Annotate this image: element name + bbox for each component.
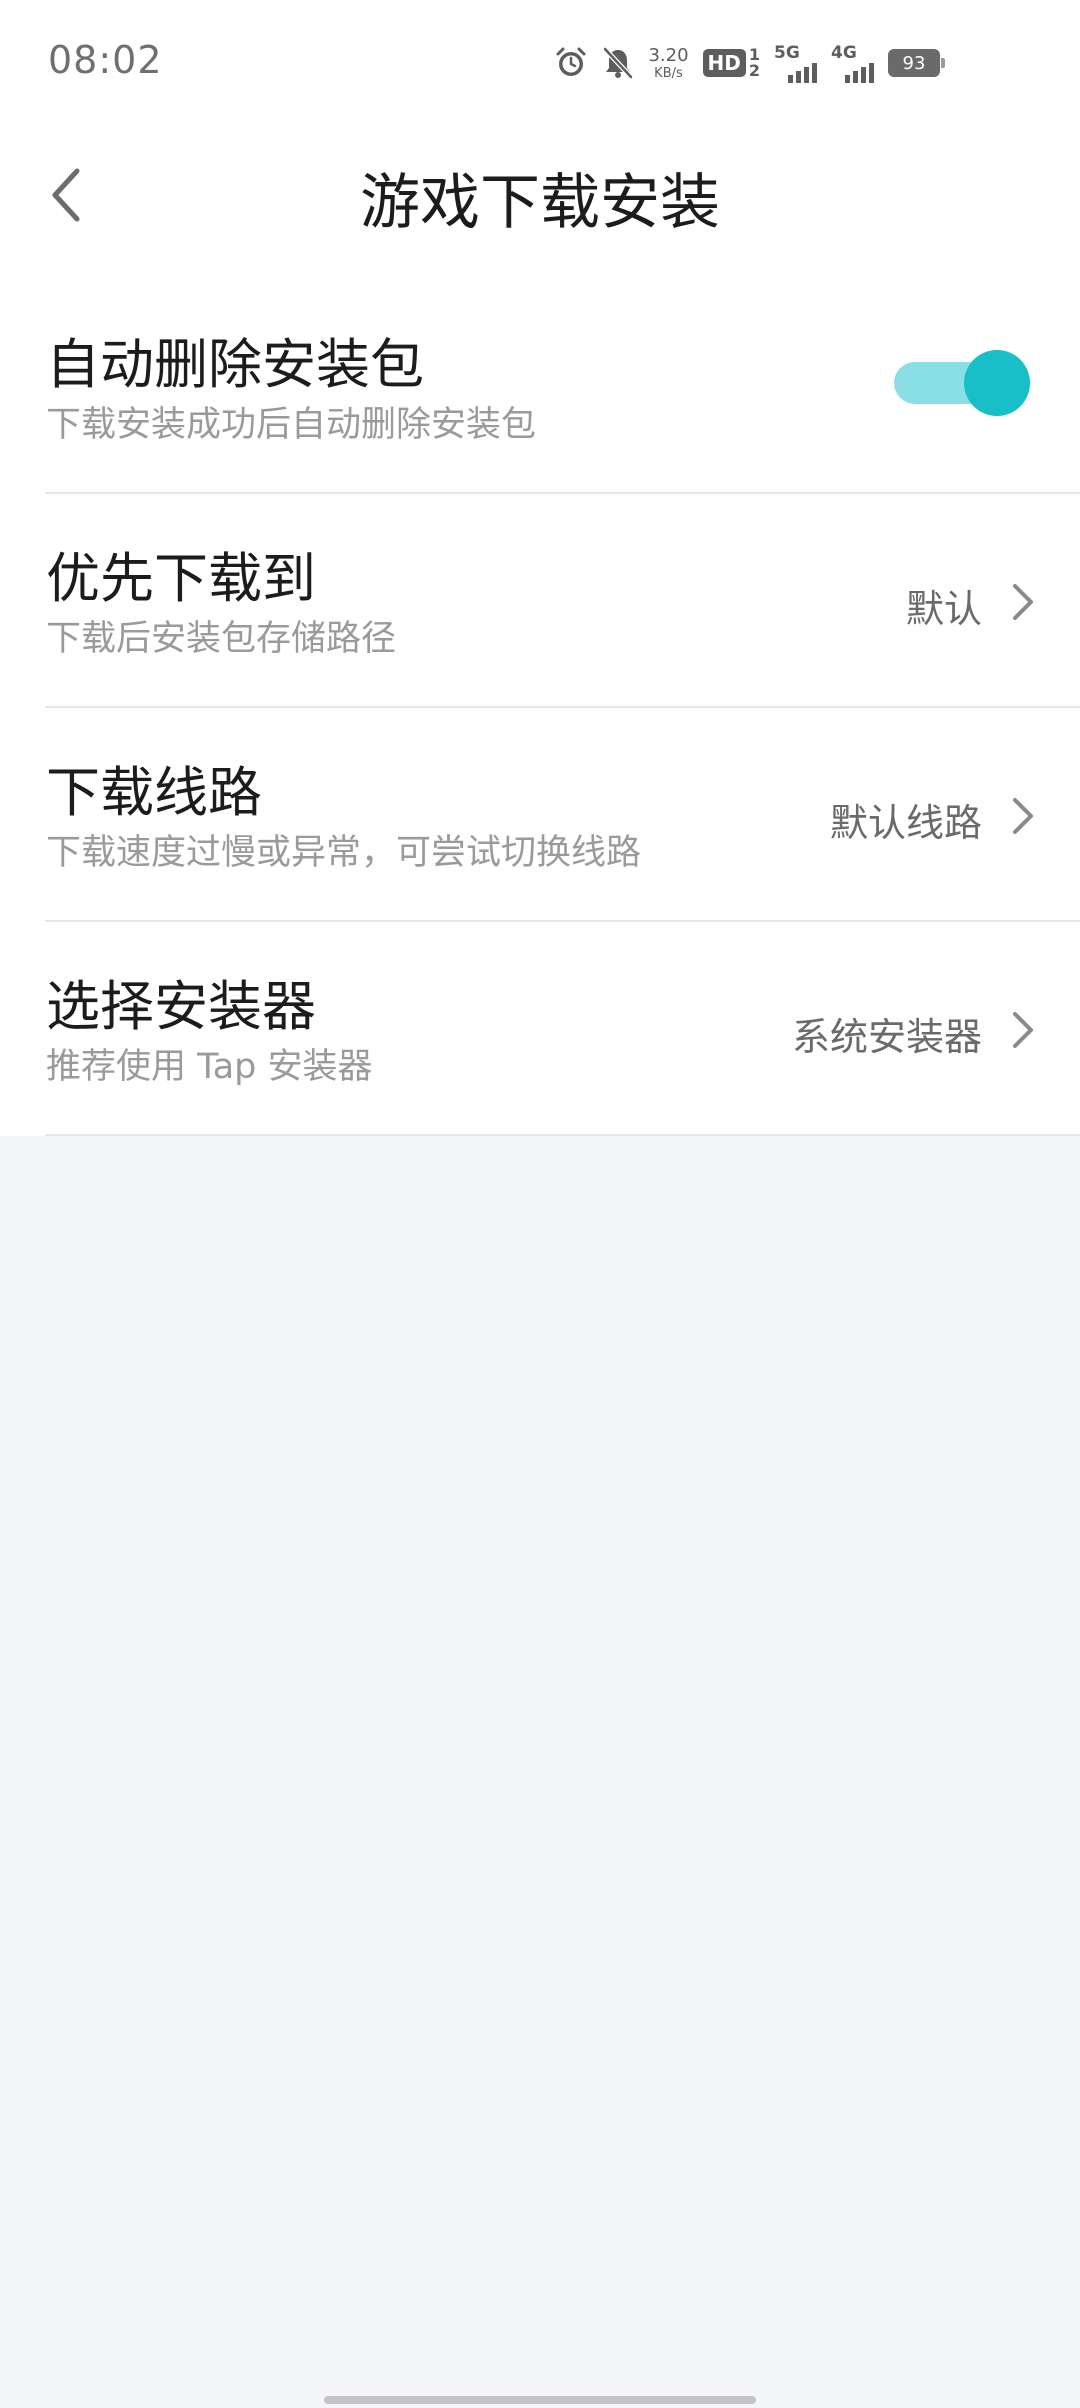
setting-download-location[interactable]: 优先下载到 下载后安装包存储路径 默认 — [0, 494, 1080, 708]
setting-subtitle: 下载后安装包存储路径 — [46, 619, 397, 659]
setting-value: 默认线路 — [829, 801, 982, 845]
net-speed: 3.20 KB/s — [648, 44, 689, 81]
alarm-icon — [554, 40, 588, 86]
setting-subtitle: 推荐使用 Tap 安装器 — [46, 1047, 373, 1087]
setting-download-route[interactable]: 下载线路 下载速度过慢或异常，可尝试切换线路 默认线路 — [0, 708, 1080, 922]
home-indicator[interactable] — [324, 2396, 756, 2404]
chevron-right-icon — [1008, 1008, 1038, 1052]
setting-subtitle: 下载安装成功后自动删除安装包 — [46, 405, 537, 445]
status-time: 08:02 — [48, 38, 163, 82]
setting-value: 系统安装器 — [791, 1015, 982, 1059]
setting-auto-delete-package: 自动删除安装包 下载安装成功后自动删除安装包 — [0, 280, 1080, 494]
mute-bell-icon — [602, 40, 634, 86]
network-5g-label: 5G — [774, 43, 800, 63]
setting-title: 下载线路 — [46, 761, 262, 824]
status-bar: 08:02 3.20 KB/s HD 1 2 5G 4G 93 — [0, 0, 1080, 130]
signal-4g-icon: 4G — [831, 43, 874, 83]
settings-list: 自动删除安装包 下载安装成功后自动删除安装包 优先下载到 下载后安装包存储路径 … — [0, 280, 1080, 1136]
chevron-right-icon — [1008, 794, 1038, 838]
nav-bar: 游戏下载安装 — [0, 130, 1080, 280]
auto-delete-toggle[interactable] — [894, 348, 1030, 418]
status-icons: 3.20 KB/s HD 1 2 5G 4G 93 — [554, 40, 945, 86]
hd-voice-badge: HD 1 2 — [702, 47, 760, 80]
network-4g-label: 4G — [831, 43, 857, 63]
battery-icon: 93 — [888, 49, 945, 77]
setting-installer[interactable]: 选择安装器 推荐使用 Tap 安装器 系统安装器 — [0, 922, 1080, 1136]
page-title: 游戏下载安装 — [360, 168, 720, 238]
toggle-knob — [964, 350, 1030, 416]
setting-value: 默认 — [905, 587, 982, 631]
hd-sub-bottom: 2 — [748, 61, 760, 80]
net-speed-value: 3.20 — [648, 44, 689, 66]
chevron-right-icon — [1008, 580, 1038, 624]
setting-title: 优先下载到 — [46, 547, 316, 610]
hd-label: HD — [702, 49, 746, 77]
signal-5g-icon: 5G — [774, 43, 817, 83]
setting-subtitle: 下载速度过慢或异常，可尝试切换线路 — [46, 833, 642, 873]
setting-title: 选择安装器 — [46, 975, 316, 1038]
battery-level: 93 — [902, 52, 926, 74]
setting-title: 自动删除安装包 — [46, 333, 424, 396]
divider — [45, 1134, 1080, 1136]
net-speed-unit: KB/s — [654, 65, 683, 81]
